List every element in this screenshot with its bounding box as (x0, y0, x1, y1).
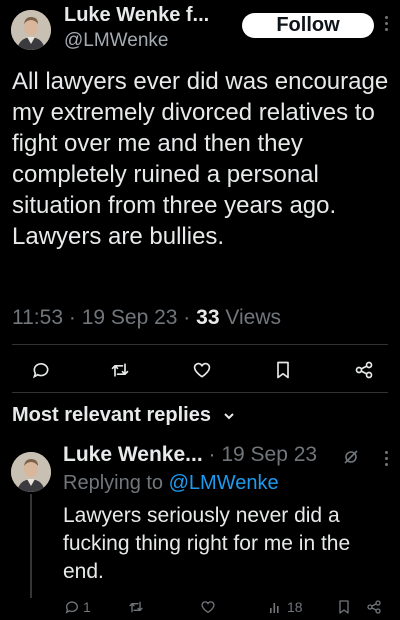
reply-text: Lawyers seriously never did a fucking th… (63, 504, 351, 583)
reply-header: Luke Wenke... · 19 Sep 23 (63, 443, 317, 467)
views-icon (270, 603, 279, 613)
follow-button[interactable]: Follow (242, 13, 374, 38)
divider (12, 344, 388, 345)
reply-bookmark-button[interactable] (336, 597, 352, 617)
grok-icon[interactable] (343, 449, 359, 465)
like-icon[interactable] (190, 358, 214, 382)
reply-author-name[interactable]: Luke Wenke... (63, 443, 203, 466)
divider (12, 392, 388, 393)
share-icon[interactable] (352, 358, 376, 382)
avatar-image (11, 452, 51, 492)
reply-views-count: 18 (287, 599, 303, 615)
author-handle[interactable]: @LMWenke (64, 30, 168, 52)
reply-retweet-button[interactable] (128, 597, 144, 617)
bookmark-icon (339, 600, 349, 614)
meta-separator: · (68, 306, 76, 329)
reply-count: 1 (83, 599, 91, 615)
replies-sort-dropdown[interactable]: Most relevant replies (12, 404, 235, 427)
views-label: Views (225, 306, 281, 329)
reply-icon[interactable] (29, 358, 53, 382)
more-options-icon[interactable] (385, 16, 389, 34)
tweet-meta: 11:53 · 19 Sep 23 · 33 Views (12, 306, 281, 330)
share-icon (367, 600, 381, 614)
replying-to: Replying to @LMWenke (63, 472, 279, 495)
more-options-icon[interactable] (385, 451, 389, 469)
thread-line (30, 494, 32, 598)
tweet-text: All lawyers ever did was encourage my ex… (12, 68, 389, 250)
like-icon (201, 601, 215, 613)
tweet-time[interactable]: 11:53 (12, 306, 63, 329)
reply-share-button[interactable] (366, 597, 382, 617)
tweet-date[interactable]: 19 Sep 23 (82, 306, 178, 329)
meta-separator: · (183, 306, 191, 329)
retweet-icon[interactable] (108, 358, 132, 382)
meta-separator: · (208, 443, 216, 466)
author-name[interactable]: Luke Wenke f... (64, 4, 209, 27)
sort-label: Most relevant replies (12, 404, 211, 426)
reply-reply-button[interactable]: 1 (64, 597, 91, 617)
chevron-down-icon (223, 413, 234, 420)
reply-author-avatar[interactable] (11, 452, 51, 492)
replying-prefix: Replying to (63, 472, 164, 494)
reply-date[interactable]: 19 Sep 23 (221, 443, 317, 466)
bookmark-icon[interactable] (271, 358, 295, 382)
retweet-icon (129, 601, 143, 613)
reply-views-button[interactable]: 18 (268, 597, 303, 617)
avatar-image (11, 10, 51, 50)
views-count: 33 (196, 306, 220, 329)
author-avatar[interactable] (11, 10, 51, 50)
reply-icon (65, 601, 78, 614)
replying-handle-link[interactable]: @LMWenke (169, 472, 279, 494)
reply-like-button[interactable] (200, 597, 216, 617)
